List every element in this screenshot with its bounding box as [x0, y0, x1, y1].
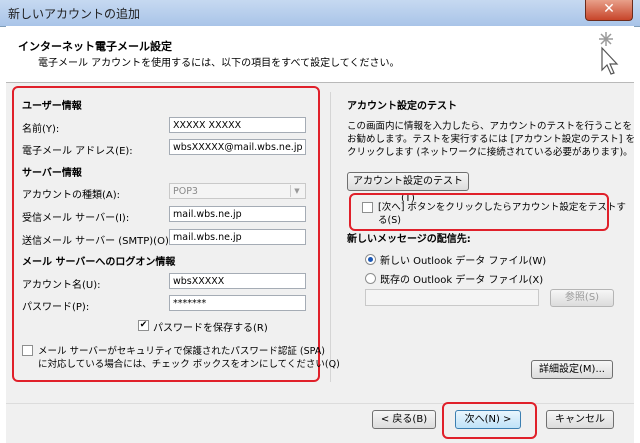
spa-label-line1: メール サーバーがセキュリティで保護されたパスワード認証 (SPA) [38, 346, 325, 357]
account-type-label: アカウントの種類(A): [22, 190, 121, 201]
next-button[interactable]: 次へ(N) > [455, 410, 521, 429]
header-title: インターネット電子メール設定 [18, 40, 172, 53]
outgoing-server-label: 送信メール サーバー (SMTP)(O): [22, 236, 173, 247]
delivery-heading: 新しいメッセージの配信先: [347, 234, 471, 245]
save-password-checkbox[interactable]: ✔ [138, 320, 149, 331]
name-label: 名前(Y): [22, 124, 60, 135]
account-name-label: アカウント名(U): [22, 280, 101, 291]
close-button[interactable]: ✕ [585, 0, 633, 21]
name-field[interactable]: XXXXX XXXXX [169, 117, 306, 133]
auto-test-checkbox[interactable] [362, 202, 373, 213]
spa-label-line2: に対応している場合には、チェック ボックスをオンにしてください(Q) [38, 359, 340, 370]
dialog-footer [6, 403, 634, 443]
new-data-file-label: 新しい Outlook データ ファイル(W) [380, 256, 547, 267]
test-account-button[interactable]: アカウント設定のテスト(T) [347, 172, 469, 204]
header-subtitle: 電子メール アカウントを使用するには、以下の項目をすべて設定してください。 [38, 58, 400, 69]
account-test-heading: アカウント設定のテスト [347, 101, 457, 112]
account-type-select: POP3 ▼ [169, 183, 306, 199]
new-data-file-radio[interactable] [365, 254, 376, 265]
email-label: 電子メール アドレス(E): [22, 146, 133, 157]
test-desc-line3: クリックします (ネットワークに接続されている必要があります)。 [347, 147, 633, 158]
account-type-value: POP3 [173, 186, 198, 197]
cancel-button[interactable]: キャンセル [546, 410, 614, 429]
save-password-label: パスワードを保存する(R) [153, 323, 268, 334]
incoming-server-field[interactable]: mail.wbs.ne.jp [169, 206, 306, 222]
account-name-field[interactable]: wbsXXXXX [169, 273, 306, 289]
more-settings-button[interactable]: 詳細設定(M)... [531, 360, 613, 379]
incoming-server-label: 受信メール サーバー(I): [22, 213, 130, 224]
window-title: 新しいアカウントの追加 [8, 7, 141, 21]
spa-checkbox[interactable] [22, 345, 33, 356]
existing-data-file-radio[interactable] [365, 273, 376, 284]
logon-info-heading: メール サーバーへのログオン情報 [22, 257, 176, 268]
password-label: パスワード(P): [22, 302, 90, 313]
data-file-path-field [365, 289, 539, 306]
test-desc-line1: この画面内に情報を入力したら、アカウントのテストを行うことを [347, 121, 633, 132]
browse-button: 参照(S) [550, 289, 614, 307]
auto-test-label-line1: [次へ] ボタンをクリックしたらアカウント設定をテストす [378, 202, 626, 213]
column-divider [330, 92, 331, 382]
email-field[interactable]: wbsXXXXX@mail.wbs.ne.jp [169, 139, 306, 155]
password-field[interactable]: ******* [169, 295, 306, 311]
auto-test-label-line2: る(S) [378, 215, 401, 226]
user-info-heading: ユーザー情報 [22, 101, 82, 112]
wizard-sparkle-icon [599, 32, 619, 75]
server-info-heading: サーバー情報 [22, 168, 82, 179]
test-desc-line2: お勧めします。テストを実行するには [アカウント設定のテスト] を [347, 134, 636, 145]
back-button[interactable]: < 戻る(B) [372, 410, 436, 429]
outgoing-server-field[interactable]: mail.wbs.ne.jp [169, 229, 306, 245]
chevron-down-icon: ▼ [290, 185, 303, 197]
existing-data-file-label: 既存の Outlook データ ファイル(X) [380, 275, 544, 286]
